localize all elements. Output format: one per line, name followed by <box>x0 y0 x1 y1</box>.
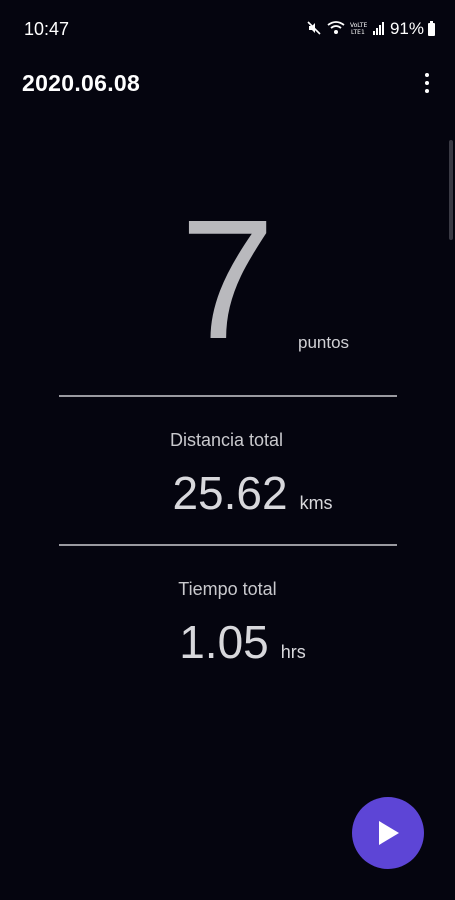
svg-text:LTE1: LTE1 <box>351 29 365 36</box>
time-value: 1.05 <box>179 616 269 668</box>
time-unit: hrs <box>280 642 306 662</box>
points-unit: puntos <box>298 333 350 352</box>
status-time: 10:47 <box>24 19 70 39</box>
play-icon <box>379 821 399 845</box>
battery-percent: 91% <box>389 19 424 38</box>
status-bar: 10:47 VoLTE LTE1 91% <box>0 0 455 58</box>
time-row: 1.05 hrs <box>15 615 455 669</box>
play-button[interactable] <box>352 797 424 869</box>
svg-text:VoLTE: VoLTE <box>350 22 367 29</box>
distance-unit: kms <box>299 493 333 513</box>
battery-icon <box>428 20 435 36</box>
mute-icon <box>306 20 322 36</box>
battery-indicator: 91% <box>390 19 435 39</box>
points-value: 7 <box>180 185 275 375</box>
more-vert-icon[interactable] <box>415 67 439 99</box>
page-title: 2020.06.08 <box>22 70 141 96</box>
signal-icon <box>373 20 385 36</box>
time-label: Tiempo total <box>178 579 277 599</box>
divider <box>59 544 397 546</box>
divider <box>59 395 397 397</box>
status-icons: VoLTE LTE1 <box>306 20 385 36</box>
volte-icon: VoLTE LTE1 <box>350 20 368 36</box>
wifi-icon <box>327 20 345 36</box>
distance-label: Distancia total <box>169 430 284 450</box>
distance-row: 25.62 kms <box>25 466 455 520</box>
distance-value: 25.62 <box>172 467 288 519</box>
